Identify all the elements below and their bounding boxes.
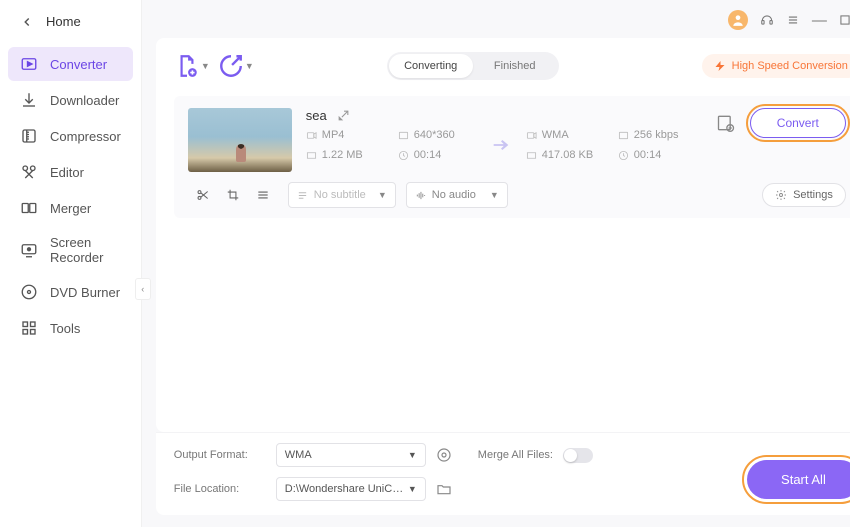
chevron-down-icon[interactable]: ▼ xyxy=(245,61,254,71)
user-avatar-icon[interactable] xyxy=(728,10,748,30)
main: — ✕ ▼ ▼ Converting Finished High xyxy=(142,0,850,527)
src-duration: 00:14 xyxy=(398,149,476,161)
list-icon[interactable] xyxy=(256,188,270,202)
headset-icon[interactable] xyxy=(760,13,774,27)
top-left-actions: ▼ ▼ xyxy=(174,53,244,79)
edit-icon[interactable] xyxy=(337,109,350,122)
edit-icons xyxy=(196,188,270,202)
back-icon[interactable] xyxy=(20,15,34,29)
collapse-sidebar-button[interactable]: ‹ xyxy=(135,278,151,300)
file-row-secondary: No subtitle ▼ No audio ▼ Settings xyxy=(188,182,846,208)
open-folder-icon[interactable] xyxy=(436,481,452,497)
crop-icon[interactable] xyxy=(226,188,240,202)
chevron-down-icon[interactable]: ▼ xyxy=(201,61,210,71)
home-row[interactable]: Home xyxy=(0,0,141,39)
sidebar-item-label: Converter xyxy=(50,57,107,72)
lightning-icon xyxy=(714,60,726,72)
file-title: sea xyxy=(306,108,327,123)
sidebar-item-compressor[interactable]: Compressor xyxy=(8,119,133,153)
audio-icon xyxy=(415,190,426,201)
dst-size: 417.08 KB xyxy=(526,149,604,161)
sidebar-item-screen-recorder[interactable]: Screen Recorder xyxy=(8,227,133,273)
add-file-button[interactable]: ▼ xyxy=(174,53,200,79)
meta-grid: MP4 1.22 MB 640*360 00:14 WMA 417.08 KB xyxy=(306,129,702,161)
convert-button[interactable]: Convert xyxy=(750,108,846,138)
dst-duration: 00:14 xyxy=(618,149,702,161)
chevron-down-icon: ▼ xyxy=(408,484,417,494)
high-speed-conversion-button[interactable]: High Speed Conversion xyxy=(702,54,850,78)
file-right-actions: Convert xyxy=(716,108,846,138)
sidebar-item-merger[interactable]: Merger xyxy=(8,191,133,225)
src-resolution: 640*360 xyxy=(398,129,476,141)
video-thumbnail[interactable] xyxy=(188,108,292,172)
sidebar-item-dvd-burner[interactable]: DVD Burner xyxy=(8,275,133,309)
tools-icon xyxy=(20,319,38,337)
src-size: 1.22 MB xyxy=(306,149,384,161)
maximize-button[interactable] xyxy=(838,13,850,27)
chevron-down-icon: ▼ xyxy=(490,190,499,200)
titlebar: — ✕ xyxy=(142,0,850,34)
screen-recorder-icon xyxy=(20,241,38,259)
home-label: Home xyxy=(46,14,81,29)
subtitle-icon xyxy=(297,190,308,201)
dst-bitrate: 256 kbps xyxy=(618,129,702,141)
settings-button[interactable]: Settings xyxy=(762,183,846,207)
sidebar-item-label: DVD Burner xyxy=(50,285,120,300)
trim-icon[interactable] xyxy=(196,188,210,202)
dst-format: WMA xyxy=(526,129,604,141)
sidebar-item-label: Editor xyxy=(50,165,84,180)
sidebar-item-converter[interactable]: Converter xyxy=(8,47,133,81)
minimize-button[interactable]: — xyxy=(812,13,826,27)
tab-converting[interactable]: Converting xyxy=(389,54,473,78)
dvd-burner-icon xyxy=(20,283,38,301)
file-location-select[interactable]: D:\Wondershare UniConverter 1 ▼ xyxy=(276,477,426,501)
output-format-row: Output Format: WMA ▼ Merge All Files: xyxy=(174,443,850,467)
sidebar-item-label: Downloader xyxy=(50,93,119,108)
merge-toggle[interactable] xyxy=(563,448,593,463)
bottom-bar: Output Format: WMA ▼ Merge All Files: Fi… xyxy=(156,432,850,515)
editor-icon xyxy=(20,163,38,181)
src-format: MP4 xyxy=(306,129,384,141)
arrow-right-icon xyxy=(490,134,512,156)
file-card: sea MP4 1.22 MB 640*360 00:14 xyxy=(174,96,850,218)
tab-finished[interactable]: Finished xyxy=(473,54,557,78)
subtitle-dropdown[interactable]: No subtitle ▼ xyxy=(288,182,396,208)
chevron-down-icon: ▼ xyxy=(408,450,417,460)
downloader-icon xyxy=(20,91,38,109)
sidebar-item-label: Merger xyxy=(50,201,91,216)
top-row: ▼ ▼ Converting Finished High Speed Conve… xyxy=(174,52,850,80)
merge-label: Merge All Files: xyxy=(478,449,553,461)
gear-icon xyxy=(775,189,787,201)
sidebar-item-downloader[interactable]: Downloader xyxy=(8,83,133,117)
file-title-row: sea xyxy=(306,108,702,123)
output-settings-icon[interactable] xyxy=(716,113,736,133)
sidebar-item-tools[interactable]: Tools xyxy=(8,311,133,345)
output-format-select[interactable]: WMA ▼ xyxy=(276,443,426,467)
nav-list: Converter Downloader Compressor Editor M… xyxy=(0,39,141,355)
start-all-button[interactable]: Start All xyxy=(747,460,850,499)
file-row-main: sea MP4 1.22 MB 640*360 00:14 xyxy=(188,108,846,172)
sidebar-item-label: Compressor xyxy=(50,129,121,144)
chevron-down-icon: ▼ xyxy=(378,190,387,200)
converter-icon xyxy=(20,55,38,73)
sidebar: Home Converter Downloader Compressor Edi… xyxy=(0,0,142,527)
sidebar-item-label: Screen Recorder xyxy=(50,235,121,265)
output-format-label: Output Format: xyxy=(174,449,266,461)
audio-dropdown[interactable]: No audio ▼ xyxy=(406,182,508,208)
file-location-label: File Location: xyxy=(174,483,266,495)
content-card: ▼ ▼ Converting Finished High Speed Conve… xyxy=(156,38,850,432)
sidebar-item-editor[interactable]: Editor xyxy=(8,155,133,189)
compressor-icon xyxy=(20,127,38,145)
file-info: sea MP4 1.22 MB 640*360 00:14 xyxy=(306,108,702,161)
format-settings-icon[interactable] xyxy=(436,447,452,463)
merger-icon xyxy=(20,199,38,217)
sidebar-item-label: Tools xyxy=(50,321,80,336)
hsc-label: High Speed Conversion xyxy=(732,60,848,72)
tab-switch: Converting Finished xyxy=(387,52,559,80)
add-url-button[interactable]: ▼ xyxy=(218,53,244,79)
menu-icon[interactable] xyxy=(786,13,800,27)
